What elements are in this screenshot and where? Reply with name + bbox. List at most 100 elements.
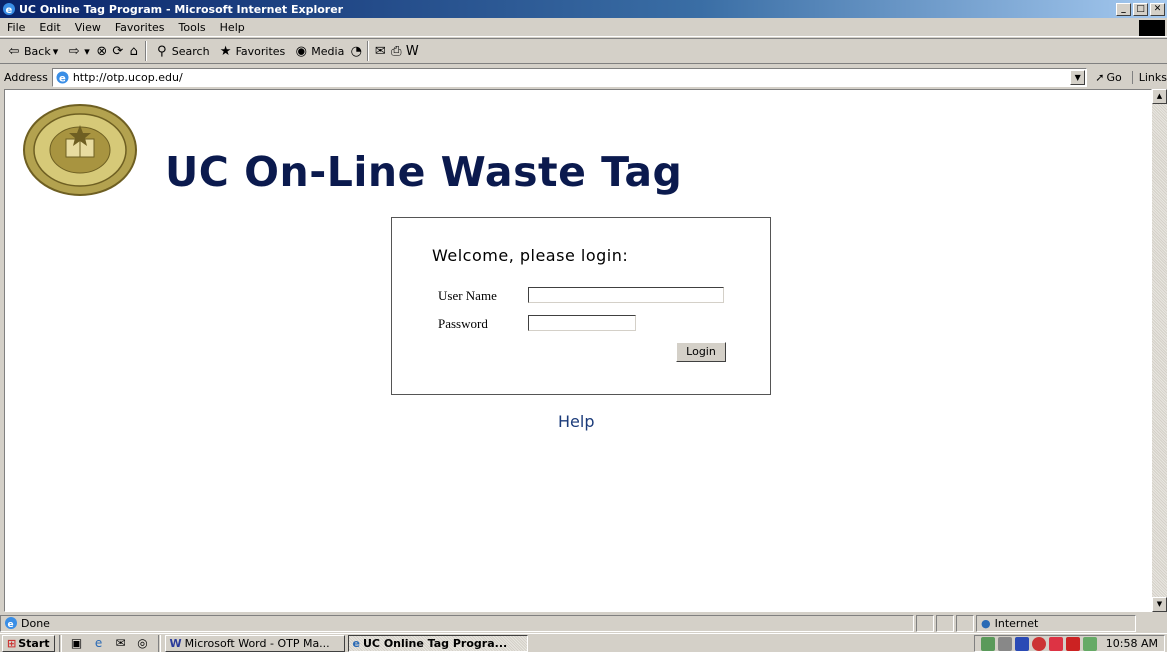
favorites-icon: ★	[219, 43, 232, 59]
print-icon[interactable]: ⎙	[388, 43, 404, 59]
forward-arrow-icon: ⇨	[68, 43, 80, 59]
username-field[interactable]	[528, 287, 724, 303]
clock: 10:58 AM	[1105, 637, 1158, 650]
media-player-icon[interactable]: ◎	[135, 635, 151, 651]
history-icon[interactable]: ◔	[348, 43, 364, 59]
address-label: Address	[4, 70, 48, 84]
svg-text:e: e	[6, 5, 13, 16]
back-label: Back	[24, 44, 51, 58]
taskbar: ⊞ Start ▣ e ✉ ◎ W Microsoft Word - OTP M…	[0, 633, 1167, 652]
links-button[interactable]: Links	[1131, 70, 1167, 84]
mail-icon[interactable]: ✉	[372, 43, 388, 59]
volume-icon[interactable]	[997, 636, 1012, 651]
task-label: Microsoft Word - OTP Ma...	[184, 636, 330, 650]
go-button[interactable]: ➚ Go	[1095, 71, 1121, 84]
word-icon: W	[169, 636, 182, 650]
menu-favorites[interactable]: Favorites	[108, 21, 172, 34]
favorites-button[interactable]: ★ Favorites	[214, 43, 290, 59]
media-button[interactable]: ◉ Media	[289, 43, 348, 59]
pen-icon[interactable]	[1065, 636, 1080, 651]
menu-file[interactable]: File	[0, 21, 32, 34]
page-title: UC On-Line Waste Tag	[165, 148, 683, 196]
start-label: Start	[18, 636, 50, 650]
search-button[interactable]: ⚲ Search	[150, 43, 214, 59]
back-button[interactable]: ⇦ Back ▾	[2, 43, 62, 59]
password-label: Password	[438, 316, 488, 331]
status-text-panel: e Done	[0, 614, 914, 632]
menu-bar: File Edit View Favorites Tools Help	[0, 19, 1167, 37]
svg-text:e: e	[59, 73, 66, 84]
stop-icon[interactable]: ⊗	[94, 43, 110, 59]
password-field[interactable]	[528, 315, 636, 331]
scroll-down-icon[interactable]: ▼	[1152, 597, 1167, 612]
media-label: Media	[311, 44, 345, 58]
address-input[interactable]: e http://otp.ucop.edu/ ▼	[51, 67, 1088, 87]
address-dropdown-icon[interactable]: ▼	[1070, 69, 1086, 85]
status-cell	[936, 614, 954, 632]
sun-icon[interactable]	[1014, 636, 1029, 651]
ie-page-icon: e	[56, 71, 69, 84]
favorites-label: Favorites	[235, 44, 286, 58]
security-zone: ● Internet	[976, 614, 1136, 632]
chevron-down-icon: ▾	[84, 44, 90, 58]
address-bar: Address e http://otp.ucop.edu/ ▼ ➚ Go Li…	[0, 66, 1167, 88]
task-label: UC Online Tag Progra...	[362, 636, 508, 650]
back-arrow-icon: ⇦	[8, 43, 20, 59]
welcome-text: Welcome, please login:	[432, 246, 629, 265]
login-form: Welcome, please login: User Name Passwor…	[391, 217, 771, 395]
internet-explorer-icon: e	[3, 3, 15, 16]
status-text: Done	[21, 616, 50, 630]
home-icon[interactable]: ⌂	[126, 43, 142, 59]
close-button[interactable]: ✕	[1150, 2, 1165, 16]
menu-view[interactable]: View	[68, 21, 108, 34]
status-cell	[956, 614, 974, 632]
page-viewport: UC On-Line Waste Tag Welcome, please log…	[4, 89, 1152, 612]
refresh-icon[interactable]: ⟳	[110, 43, 126, 59]
status-cell	[916, 614, 934, 632]
menu-help[interactable]: Help	[213, 21, 252, 34]
uc-seal-logo	[23, 104, 137, 196]
internet-explorer-icon: e	[352, 636, 360, 650]
ie-page-icon: e	[5, 617, 17, 630]
address-url: http://otp.ucop.edu/	[72, 70, 183, 84]
forward-button[interactable]: ⇨ ▾	[62, 43, 94, 59]
internet-explorer-icon[interactable]: e	[91, 635, 107, 651]
go-label: Go	[1106, 70, 1122, 84]
network-icon[interactable]	[980, 636, 995, 651]
go-arrow-icon: ➚	[1095, 70, 1105, 84]
system-tray: 10:58 AM	[973, 635, 1165, 652]
task-ie[interactable]: e UC Online Tag Progra...	[347, 634, 528, 652]
media-icon: ◉	[295, 43, 307, 59]
minimize-button[interactable]: _	[1116, 2, 1131, 16]
window-title: UC Online Tag Program - Microsoft Intern…	[19, 2, 344, 16]
username-label: User Name	[438, 288, 497, 303]
window-title-bar[interactable]: e UC Online Tag Program - Microsoft Inte…	[0, 0, 1167, 18]
taskbar-separator	[157, 634, 161, 652]
windows-logo-icon	[1139, 20, 1165, 36]
messenger-icon[interactable]	[1082, 636, 1097, 651]
search-tray-icon[interactable]	[1048, 636, 1063, 651]
menu-tools[interactable]: Tools	[172, 21, 213, 34]
task-word[interactable]: W Microsoft Word - OTP Ma...	[164, 634, 345, 652]
vertical-scrollbar[interactable]: ▲ ▼	[1152, 89, 1167, 612]
search-icon: ⚲	[157, 43, 167, 59]
search-label: Search	[171, 44, 210, 58]
start-button[interactable]: ⊞ Start	[2, 634, 55, 652]
maximize-button[interactable]: □	[1133, 2, 1148, 16]
browser-toolbar: ⇦ Back ▾ ⇨ ▾ ⊗ ⟳ ⌂ ⚲ Search ★ Favorites …	[0, 38, 1167, 64]
windows-flag-icon: ⊞	[7, 636, 17, 650]
antivirus-icon[interactable]	[1031, 636, 1046, 651]
scroll-up-icon[interactable]: ▲	[1152, 89, 1167, 104]
chevron-down-icon: ▾	[52, 44, 59, 58]
show-desktop-icon[interactable]: ▣	[69, 635, 85, 651]
login-button[interactable]: Login	[676, 342, 726, 362]
word-edit-icon[interactable]: W	[404, 43, 420, 59]
help-link[interactable]: Help	[558, 412, 594, 431]
toolbar-separator	[367, 41, 370, 61]
security-zone-label: Internet	[994, 616, 1039, 630]
taskbar-separator	[58, 634, 62, 652]
internet-zone-icon: ●	[981, 616, 991, 630]
svg-text:e: e	[8, 620, 14, 630]
outlook-icon[interactable]: ✉	[113, 635, 129, 651]
menu-edit[interactable]: Edit	[32, 21, 67, 34]
